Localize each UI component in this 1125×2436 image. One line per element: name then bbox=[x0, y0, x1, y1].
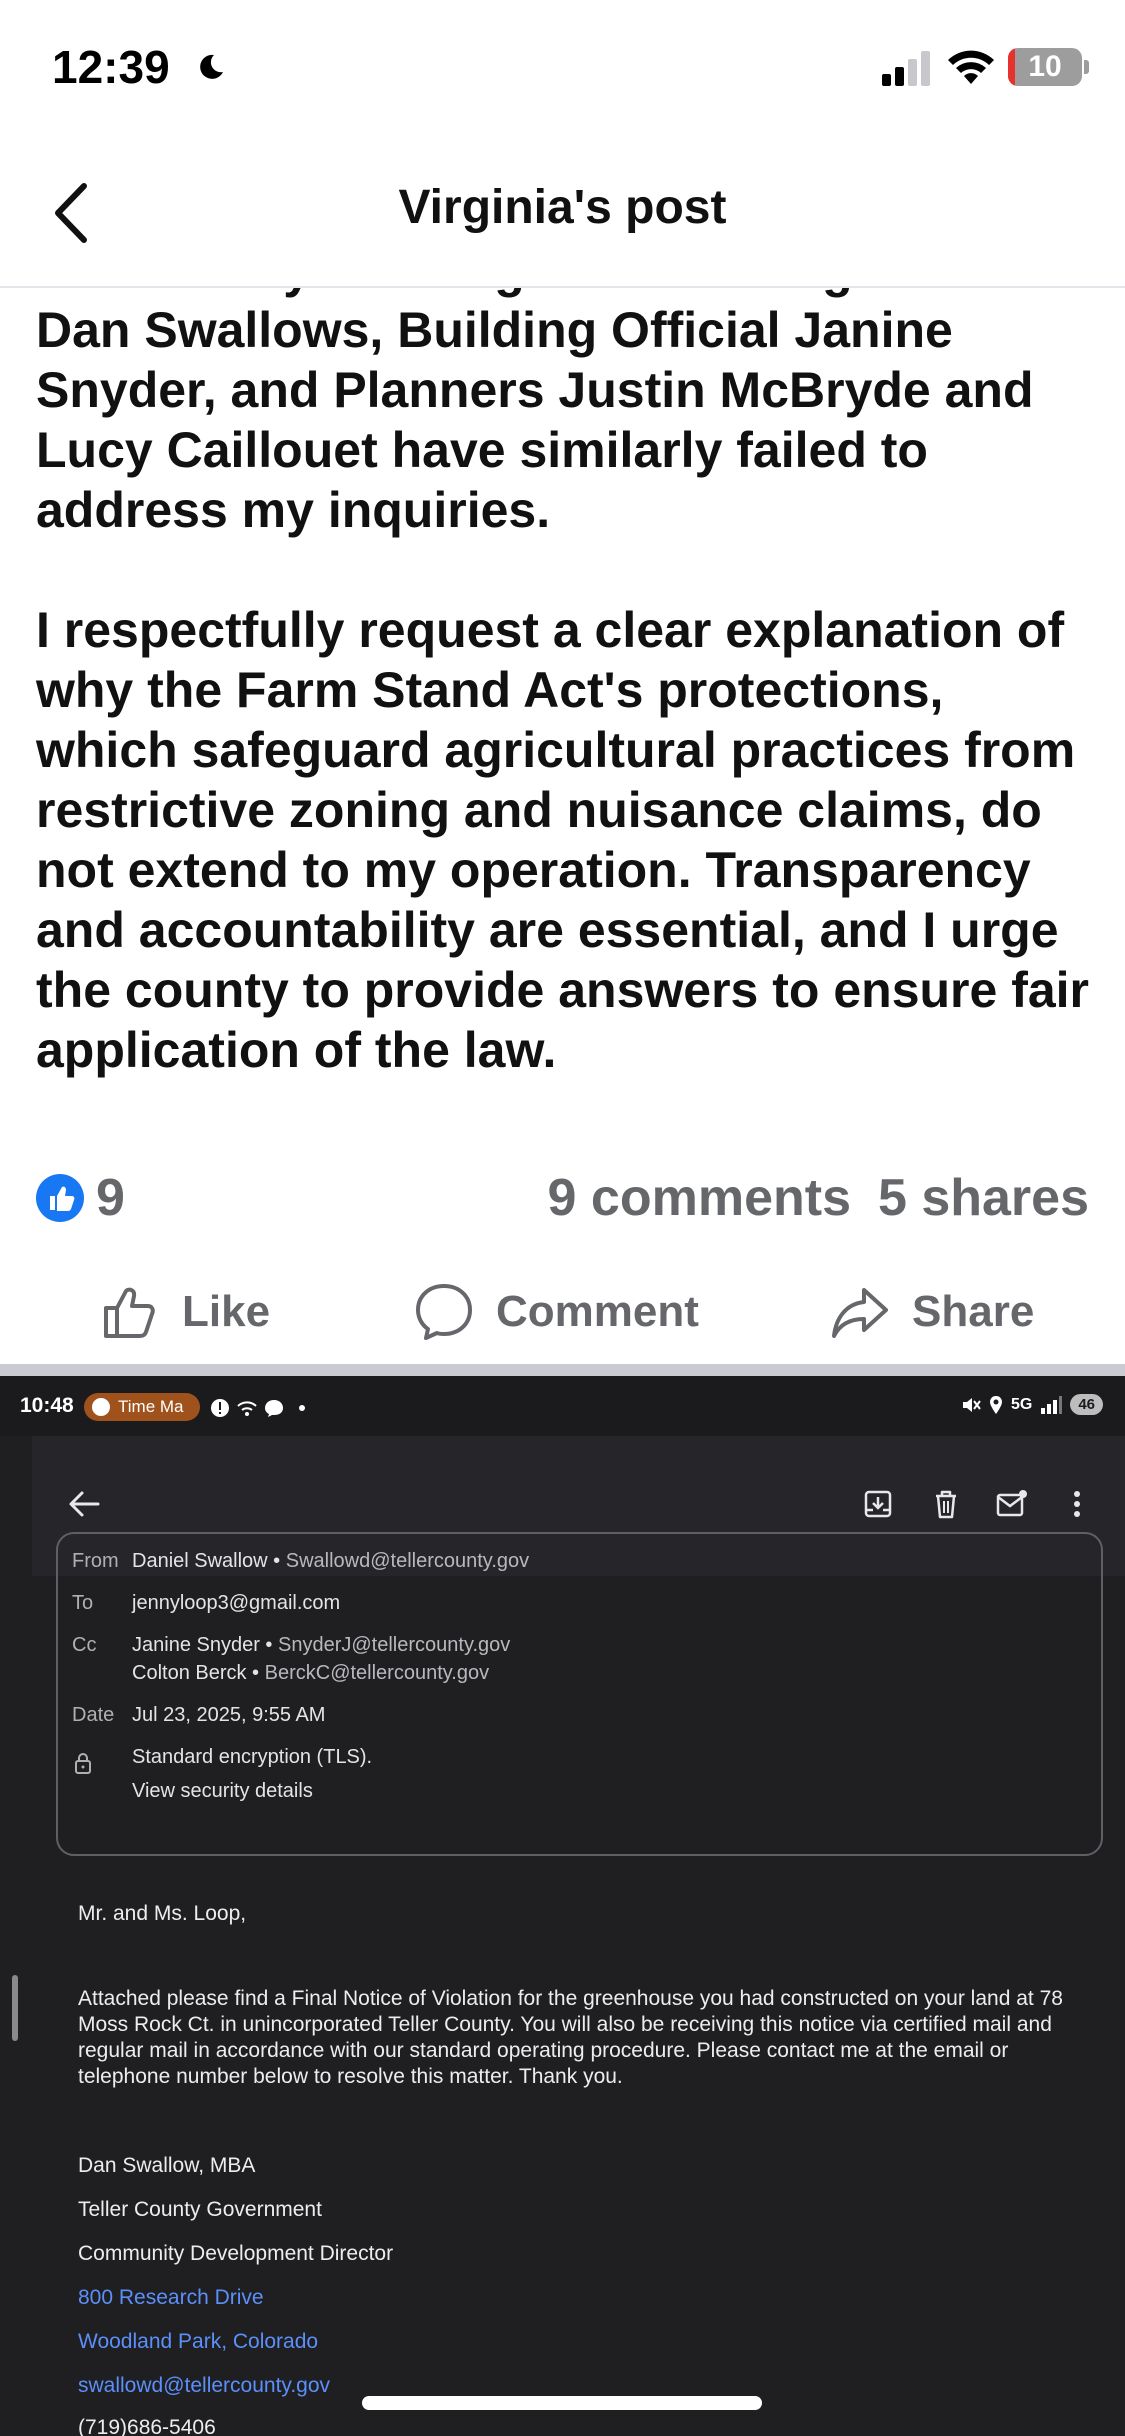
status-time: 12:39 bbox=[52, 41, 170, 93]
share-arrow-icon bbox=[832, 1288, 888, 1338]
from-label: From bbox=[72, 1550, 119, 1572]
android-status-bar: 10:48 Time Ma 5G 46 bbox=[0, 1376, 1125, 1436]
to-label: To bbox=[72, 1592, 94, 1614]
comments-count[interactable]: 9 comments bbox=[548, 1168, 851, 1228]
signature-phone: (719)686-5406 bbox=[78, 2416, 216, 2436]
thumbs-up-icon bbox=[104, 1287, 155, 1338]
lock-icon bbox=[75, 1753, 91, 1774]
wifi-calling-icon bbox=[237, 1401, 257, 1416]
like-label: Like bbox=[182, 1287, 271, 1336]
signature-name: Dan Swallow, MBA bbox=[78, 2154, 256, 2177]
view-security-link[interactable]: View security details bbox=[132, 1780, 313, 1803]
battery-level: 10 bbox=[1028, 50, 1062, 83]
cc-address-1[interactable]: SnyderJ@tellercounty.gov bbox=[278, 1634, 510, 1656]
chat-icon bbox=[265, 1400, 283, 1417]
post-paragraph-1: Community Building and Planning Director… bbox=[36, 288, 1058, 538]
cc-label: Cc bbox=[72, 1634, 97, 1656]
shares-count[interactable]: 5 shares bbox=[878, 1168, 1089, 1228]
cc-name-1: Janine Snyder bbox=[132, 1634, 260, 1656]
like-reaction-icon[interactable] bbox=[36, 1174, 84, 1222]
date-label: Date bbox=[72, 1704, 115, 1726]
post-header: Virginia's post bbox=[0, 140, 1125, 288]
status-bar: 12:39 10 bbox=[0, 0, 1125, 140]
more-vert-icon[interactable] bbox=[1064, 1488, 1090, 1520]
play-icon bbox=[92, 1398, 110, 1416]
signature-city-link[interactable]: Woodland Park, Colorado bbox=[78, 2330, 318, 2354]
alert-icon bbox=[211, 1399, 229, 1417]
network-type: 5G bbox=[1010, 1395, 1033, 1413]
action-bar: Like Comment Share bbox=[0, 1262, 1125, 1362]
pill-label: Time Ma bbox=[118, 1397, 184, 1416]
android-battery: 46 bbox=[1070, 1394, 1103, 1415]
signal-icon bbox=[882, 51, 930, 86]
mute-icon bbox=[962, 1397, 981, 1412]
battery-cap bbox=[1084, 60, 1089, 74]
page-title: Virginia's post bbox=[398, 181, 727, 234]
from-address[interactable]: Swallowd@tellercounty.gov bbox=[286, 1550, 529, 1572]
share-button[interactable]: Share bbox=[830, 1262, 1034, 1362]
archive-icon[interactable] bbox=[862, 1488, 894, 1520]
location-icon bbox=[989, 1395, 1002, 1414]
post-body: Community Building and Planning Director… bbox=[0, 288, 1125, 1168]
time-app-pill: Time Ma bbox=[84, 1393, 200, 1421]
signature-role: Community Development Director bbox=[78, 2242, 394, 2265]
reactions-row: 9 9 comments 5 shares bbox=[0, 1162, 1125, 1232]
comment-label: Comment bbox=[496, 1287, 699, 1336]
scrollbar-handle[interactable] bbox=[12, 1975, 18, 2041]
comment-bubble-icon bbox=[416, 1284, 472, 1340]
email-body-text: Attached please find a Final Notice of V… bbox=[78, 1987, 1063, 2088]
back-arrow-icon[interactable] bbox=[66, 1486, 102, 1522]
moon-icon bbox=[200, 54, 223, 79]
android-time: 10:48 bbox=[20, 1394, 74, 1417]
mark-unread-icon[interactable] bbox=[996, 1488, 1028, 1520]
cc-name-2: Colton Berck bbox=[132, 1662, 247, 1684]
from-name: Daniel Swallow bbox=[132, 1550, 268, 1572]
embedded-email-screenshot: 10:48 Time Ma 5G 46 From Daniel Swallow … bbox=[0, 1376, 1125, 2436]
reaction-count[interactable]: 9 bbox=[96, 1168, 125, 1228]
comment-button[interactable]: Comment bbox=[414, 1262, 699, 1362]
date-value: Jul 23, 2025, 9:55 AM bbox=[132, 1704, 326, 1726]
post-paragraph-2: I respectfully request a clear explanati… bbox=[36, 602, 1090, 1078]
cell-signal-icon bbox=[1041, 1395, 1063, 1414]
section-divider bbox=[0, 1364, 1125, 1376]
signature-email-link[interactable]: swallowd@tellercounty.gov bbox=[78, 2374, 330, 2398]
post-text: Community Building and Planning Director… bbox=[36, 288, 1096, 1080]
like-button[interactable]: Like bbox=[100, 1262, 270, 1362]
cc-address-2[interactable]: BerckC@tellercounty.gov bbox=[265, 1662, 489, 1684]
home-indicator[interactable] bbox=[362, 2396, 762, 2410]
to-address[interactable]: jennyloop3@gmail.com bbox=[132, 1592, 340, 1615]
signature-org: Teller County Government bbox=[78, 2198, 322, 2221]
signature-street-link[interactable]: 800 Research Drive bbox=[78, 2286, 264, 2310]
encryption-text: Standard encryption (TLS). bbox=[132, 1746, 373, 1768]
wifi-icon bbox=[948, 50, 994, 84]
email-details-card: From Daniel Swallow • Swallowd@tellercou… bbox=[56, 1532, 1103, 1856]
more-dot-icon bbox=[299, 1405, 305, 1411]
android-status-right: 5G 46 bbox=[961, 1394, 1103, 1415]
delete-icon[interactable] bbox=[930, 1488, 962, 1520]
email-greeting: Mr. and Ms. Loop, bbox=[78, 1902, 247, 1925]
share-label: Share bbox=[912, 1287, 1035, 1336]
battery-icon: 10 bbox=[1008, 48, 1082, 86]
